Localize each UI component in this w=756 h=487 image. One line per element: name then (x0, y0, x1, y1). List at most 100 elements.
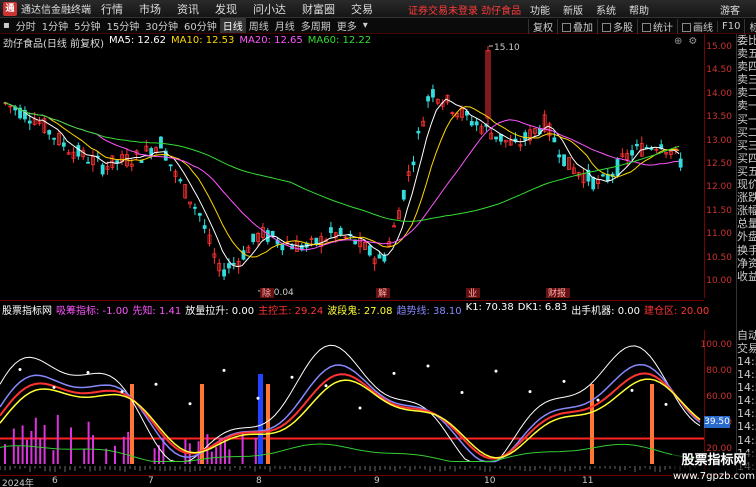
candle (217, 258, 222, 277)
candle (265, 228, 270, 245)
candle (635, 139, 639, 151)
tab-period-timeshare[interactable]: 分时 (13, 18, 39, 33)
candle (329, 221, 333, 238)
date-tick: 6 (52, 476, 58, 486)
candle (401, 189, 406, 202)
candle (76, 142, 81, 160)
signal-dot (290, 375, 294, 379)
draw-line-checkbox[interactable]: 画线 (677, 18, 717, 34)
signal-dot (222, 368, 226, 372)
signal-bar (650, 384, 654, 464)
menu-item-assistant[interactable]: 问小达 (245, 1, 294, 17)
histogram-bar (17, 446, 20, 464)
signal-dot (18, 367, 22, 371)
menu-item-trade[interactable]: 交易 (343, 1, 381, 17)
menu-item-discover[interactable]: 发现 (207, 1, 245, 17)
quote-field-label: 卖二 (737, 86, 756, 100)
histogram-bar (30, 430, 33, 464)
menu-item-news[interactable]: 资讯 (169, 1, 207, 17)
f10-button[interactable]: F10 (717, 20, 744, 32)
event-mark[interactable]: 解 (378, 287, 387, 298)
tab-period-daily[interactable]: 日线 (219, 18, 246, 33)
candle (222, 262, 226, 280)
indicator-line (0, 372, 701, 460)
candle (664, 151, 668, 159)
candle (66, 149, 71, 155)
period-tabs: ▪ 分时 1分钟 5分钟 15分钟 30分钟 60分钟 日线 周线 月线 多周期… (0, 18, 371, 34)
indicator-tick: 80.00 (706, 366, 732, 376)
tab-period-1min[interactable]: 1分钟 (39, 18, 71, 33)
candle (173, 169, 178, 184)
login-notice[interactable]: 证券交易未登录 劲仔食品 (408, 2, 521, 17)
tab-period-15min[interactable]: 15分钟 (104, 18, 143, 33)
candle (474, 118, 479, 132)
candle (100, 162, 105, 177)
menu-item-wealth[interactable]: 财富圈 (294, 1, 343, 17)
adjust-button[interactable]: 复权 (528, 18, 557, 34)
candle (630, 144, 634, 161)
candle (61, 137, 66, 151)
quote-side-panel[interactable]: 委比卖五卖四卖三卖二卖一买一买二买三买四买五现价涨跌涨幅总量外盘换手净资收益自动… (736, 34, 756, 475)
event-mark[interactable]: 财报 (548, 287, 566, 298)
signal-dot (664, 402, 668, 406)
candle (299, 243, 304, 252)
candle (290, 243, 294, 250)
histogram-bar (114, 445, 116, 464)
candle (212, 248, 217, 264)
logo-icon: 通 (3, 1, 17, 16)
date-tick: 7 (148, 476, 154, 486)
tab-period-more[interactable]: 更多 (334, 18, 360, 33)
tab-period-monthly[interactable]: 月线 (272, 18, 298, 33)
menu-item-system[interactable]: 系统 (596, 2, 616, 17)
chart-icon-buttons: ⊕ ⚙ (674, 36, 703, 47)
candle (202, 219, 207, 234)
plus-icon[interactable]: ⊕ (674, 36, 682, 47)
tab-period-weekly[interactable]: 周线 (246, 18, 272, 33)
overlay-checkbox[interactable]: 叠加 (557, 18, 597, 34)
candle (479, 123, 484, 135)
date-tick: 9 (374, 476, 380, 486)
event-mark[interactable]: 业 (468, 288, 477, 298)
gear-icon[interactable]: ⚙ (688, 36, 697, 47)
price-tick: 13.50 (706, 112, 732, 123)
price-tick: 10.00 (706, 276, 732, 286)
candle (499, 133, 503, 145)
statistics-checkbox[interactable]: 统计 (637, 18, 677, 34)
quote-field-label: 买四 (737, 151, 756, 165)
quote-field-label: 涨幅 (737, 204, 756, 218)
candle (86, 156, 90, 164)
guest-user[interactable]: 游客 (720, 2, 740, 17)
chart-tools: 复权 叠加 多股 统计 画线 F10 标记 (528, 18, 756, 34)
menu-item-market[interactable]: 市场 (131, 1, 169, 17)
menu-item-quotes[interactable]: 行情 (93, 1, 131, 17)
menu-item-function[interactable]: 功能 (530, 2, 550, 17)
signal-dot (392, 371, 396, 375)
tab-period-60min[interactable]: 60分钟 (181, 18, 220, 33)
indicator-line (0, 344, 701, 462)
candle (533, 127, 537, 137)
menu-item-new-version[interactable]: 新版 (563, 2, 583, 17)
mark-button[interactable]: 标记 (744, 18, 756, 34)
menu-item-help[interactable]: 帮助 (629, 2, 649, 17)
multi-stock-checkbox[interactable]: 多股 (597, 18, 637, 34)
candlestick-chart[interactable]: 15.1010.04除解业财报 (0, 34, 704, 298)
signal-dot (562, 379, 566, 383)
date-tick: 11 (582, 476, 594, 486)
tab-period-30min[interactable]: 30分钟 (142, 18, 181, 33)
candle (435, 98, 440, 106)
chevron-down-icon[interactable]: ▾ (360, 20, 371, 31)
tab-period-5min[interactable]: 5分钟 (71, 18, 103, 33)
candle (654, 147, 659, 154)
candle (431, 84, 435, 103)
signal-dot (154, 382, 158, 386)
candle (508, 135, 513, 146)
candle (197, 212, 202, 222)
event-mark[interactable]: 除 (262, 287, 271, 298)
price-tick: 14.50 (706, 65, 732, 76)
histogram-bar (39, 438, 42, 464)
candle (469, 115, 474, 127)
candle (280, 244, 285, 256)
quote-field-label: 买五 (737, 164, 756, 178)
indicator-chart[interactable] (0, 314, 704, 475)
tab-period-multi[interactable]: 多周期 (298, 18, 334, 33)
